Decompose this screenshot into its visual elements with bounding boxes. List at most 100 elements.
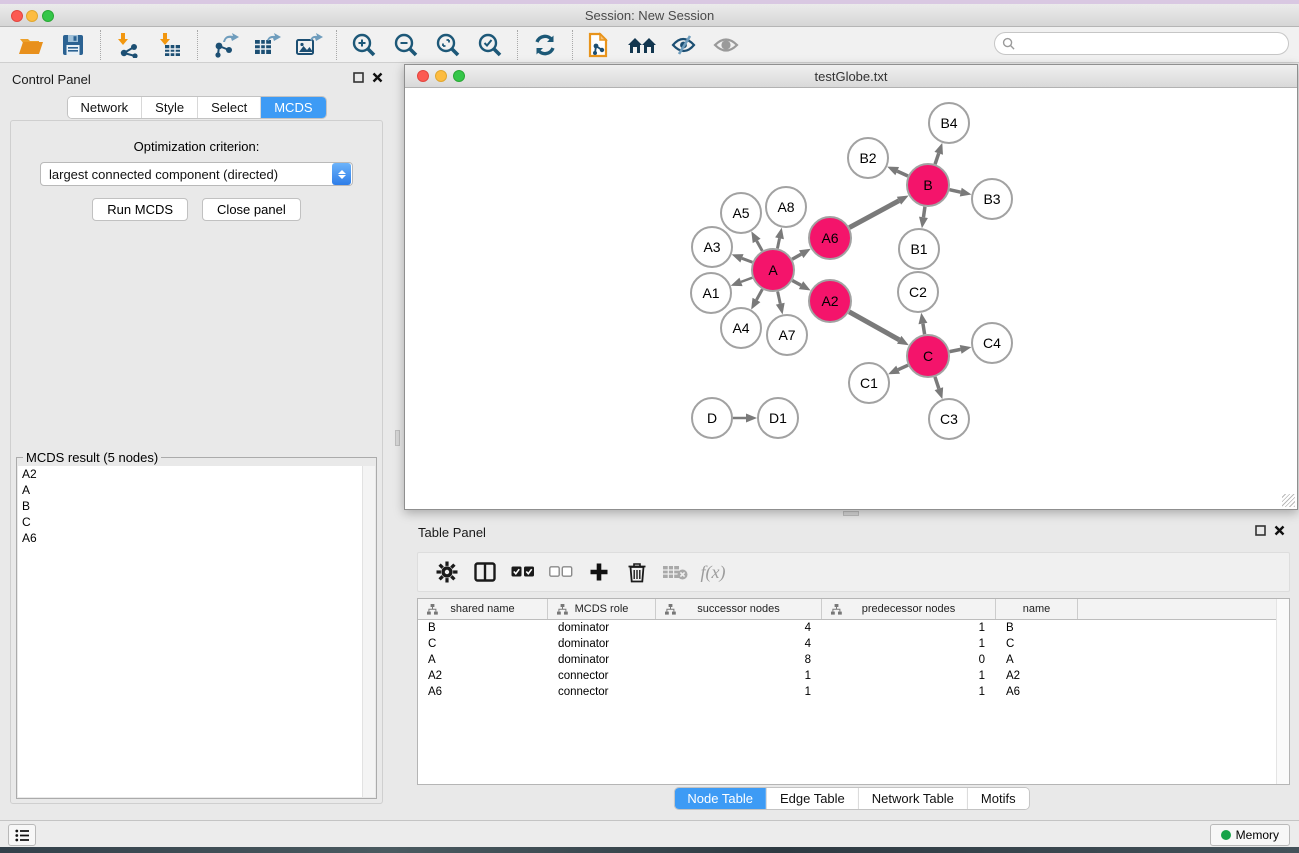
deselect-all-button[interactable] bbox=[542, 557, 580, 587]
edge-C-C4[interactable] bbox=[950, 349, 961, 351]
node-C[interactable]: C bbox=[907, 335, 949, 377]
zoom-selected-button[interactable] bbox=[469, 29, 511, 61]
search-field[interactable] bbox=[994, 32, 1289, 55]
edge-A-A1[interactable] bbox=[741, 278, 752, 282]
table-row[interactable]: Bdominator41B bbox=[418, 620, 1289, 636]
memory-button[interactable]: Memory bbox=[1210, 824, 1290, 846]
tab-motifs[interactable]: Motifs bbox=[967, 788, 1029, 809]
zoom-in-button[interactable] bbox=[343, 29, 385, 61]
node-B3[interactable]: B3 bbox=[972, 179, 1012, 219]
float-panel-icon[interactable] bbox=[353, 72, 364, 83]
result-list-item[interactable]: C bbox=[18, 514, 375, 530]
edge-A-A6[interactable] bbox=[792, 254, 801, 259]
export-network-button[interactable] bbox=[204, 29, 246, 61]
float-panel-icon[interactable] bbox=[1255, 525, 1266, 536]
node-C3[interactable]: C3 bbox=[929, 399, 969, 439]
edge-A-A5[interactable] bbox=[757, 241, 763, 251]
node-A[interactable]: A bbox=[752, 249, 794, 291]
import-network-button[interactable] bbox=[107, 29, 149, 61]
edge-C-C2[interactable] bbox=[923, 324, 925, 335]
column-header-MCDS-role[interactable]: MCDS role bbox=[548, 599, 656, 619]
refresh-button[interactable] bbox=[524, 29, 566, 61]
node-D[interactable]: D bbox=[692, 398, 732, 438]
create-column-button[interactable] bbox=[580, 557, 618, 587]
open-network-file-button[interactable] bbox=[579, 29, 621, 61]
column-header-name[interactable]: name bbox=[996, 599, 1078, 619]
mcds-result-list[interactable]: A2ABCA6 bbox=[18, 466, 375, 797]
save-session-button[interactable] bbox=[52, 29, 94, 61]
node-B[interactable]: B bbox=[907, 164, 949, 206]
search-input[interactable] bbox=[1015, 35, 1288, 53]
result-list-item[interactable]: A bbox=[18, 482, 375, 498]
node-A7[interactable]: A7 bbox=[767, 315, 807, 355]
edge-A-A8[interactable] bbox=[777, 238, 779, 248]
tab-mcds[interactable]: MCDS bbox=[260, 97, 325, 118]
zoom-out-button[interactable] bbox=[385, 29, 427, 61]
result-list-item[interactable]: A6 bbox=[18, 530, 375, 546]
node-B2[interactable]: B2 bbox=[848, 138, 888, 178]
split-divider-grip[interactable] bbox=[843, 511, 859, 516]
tab-network[interactable]: Network bbox=[67, 97, 141, 118]
close-panel-icon[interactable] bbox=[1274, 525, 1285, 536]
edge-A-A2[interactable] bbox=[792, 281, 801, 286]
edge-B-B1[interactable] bbox=[923, 207, 924, 218]
home-button[interactable] bbox=[621, 29, 663, 61]
node-B4[interactable]: B4 bbox=[929, 103, 969, 143]
result-list-scrollbar[interactable] bbox=[362, 466, 375, 797]
network-canvas[interactable]: A A1 A3A5A8 A4A7 A6 A2 B B2 B4B3 B1 C C2 C4 C1 C3 D D1 bbox=[405, 88, 1297, 509]
split-divider-grip[interactable] bbox=[395, 430, 400, 446]
column-header-successor-nodes[interactable]: successor nodes bbox=[656, 599, 822, 619]
result-list-item[interactable]: B bbox=[18, 498, 375, 514]
zoom-fit-button[interactable] bbox=[427, 29, 469, 61]
tab-style[interactable]: Style bbox=[141, 97, 197, 118]
optimization-criterion-select[interactable]: largest connected component (directed) bbox=[40, 162, 353, 186]
show-task-history-button[interactable] bbox=[8, 824, 36, 846]
node-A1[interactable]: A1 bbox=[691, 273, 731, 313]
edge-B-B2[interactable] bbox=[897, 171, 908, 176]
table-row[interactable]: A6connector11A6 bbox=[418, 684, 1289, 700]
node-A2[interactable]: A2 bbox=[809, 280, 851, 322]
tab-network-table[interactable]: Network Table bbox=[858, 788, 967, 809]
table-row[interactable]: A2connector11A2 bbox=[418, 668, 1289, 684]
edge-A6-B[interactable] bbox=[849, 201, 899, 228]
import-table-button[interactable] bbox=[149, 29, 191, 61]
edge-A-A7[interactable] bbox=[778, 292, 781, 304]
node-A4[interactable]: A4 bbox=[721, 308, 761, 348]
edge-C-C3[interactable] bbox=[935, 377, 939, 389]
delete-table-button[interactable] bbox=[656, 557, 694, 587]
tab-select[interactable]: Select bbox=[197, 97, 260, 118]
table-settings-button[interactable] bbox=[428, 557, 466, 587]
column-header-shared-name[interactable]: shared name bbox=[418, 599, 548, 619]
tab-edge-table[interactable]: Edge Table bbox=[766, 788, 858, 809]
edge-A-A4[interactable] bbox=[756, 289, 762, 300]
tab-node-table[interactable]: Node Table bbox=[674, 788, 766, 809]
edge-A-A3[interactable] bbox=[742, 258, 752, 262]
node-A5[interactable]: A5 bbox=[721, 193, 761, 233]
select-all-button[interactable] bbox=[504, 557, 542, 587]
node-C2[interactable]: C2 bbox=[898, 272, 938, 312]
run-mcds-button[interactable]: Run MCDS bbox=[92, 198, 188, 221]
hide-graphics-details-button[interactable] bbox=[663, 29, 705, 61]
delete-column-button[interactable] bbox=[618, 557, 656, 587]
node-C1[interactable]: C1 bbox=[849, 363, 889, 403]
close-panel-icon[interactable] bbox=[372, 72, 383, 83]
edge-C-C1[interactable] bbox=[898, 365, 908, 370]
open-session-button[interactable] bbox=[10, 29, 52, 61]
close-panel-button[interactable]: Close panel bbox=[202, 198, 301, 221]
export-image-button[interactable] bbox=[288, 29, 330, 61]
function-builder-button[interactable]: f(x) bbox=[694, 557, 732, 587]
node-A8[interactable]: A8 bbox=[766, 187, 806, 227]
edge-B-B3[interactable] bbox=[949, 190, 960, 192]
table-row[interactable]: Adominator80A bbox=[418, 652, 1289, 668]
node-D1[interactable]: D1 bbox=[758, 398, 798, 438]
node-A3[interactable]: A3 bbox=[692, 227, 732, 267]
table-scrollbar[interactable] bbox=[1276, 599, 1289, 784]
node-A6[interactable]: A6 bbox=[809, 217, 851, 259]
node-C4[interactable]: C4 bbox=[972, 323, 1012, 363]
node-B1[interactable]: B1 bbox=[899, 229, 939, 269]
export-table-button[interactable] bbox=[246, 29, 288, 61]
show-graphics-details-button[interactable] bbox=[705, 29, 747, 61]
result-list-item[interactable]: A2 bbox=[18, 466, 375, 482]
edge-B-B4[interactable] bbox=[935, 153, 939, 164]
show-column-panel-button[interactable] bbox=[466, 557, 504, 587]
